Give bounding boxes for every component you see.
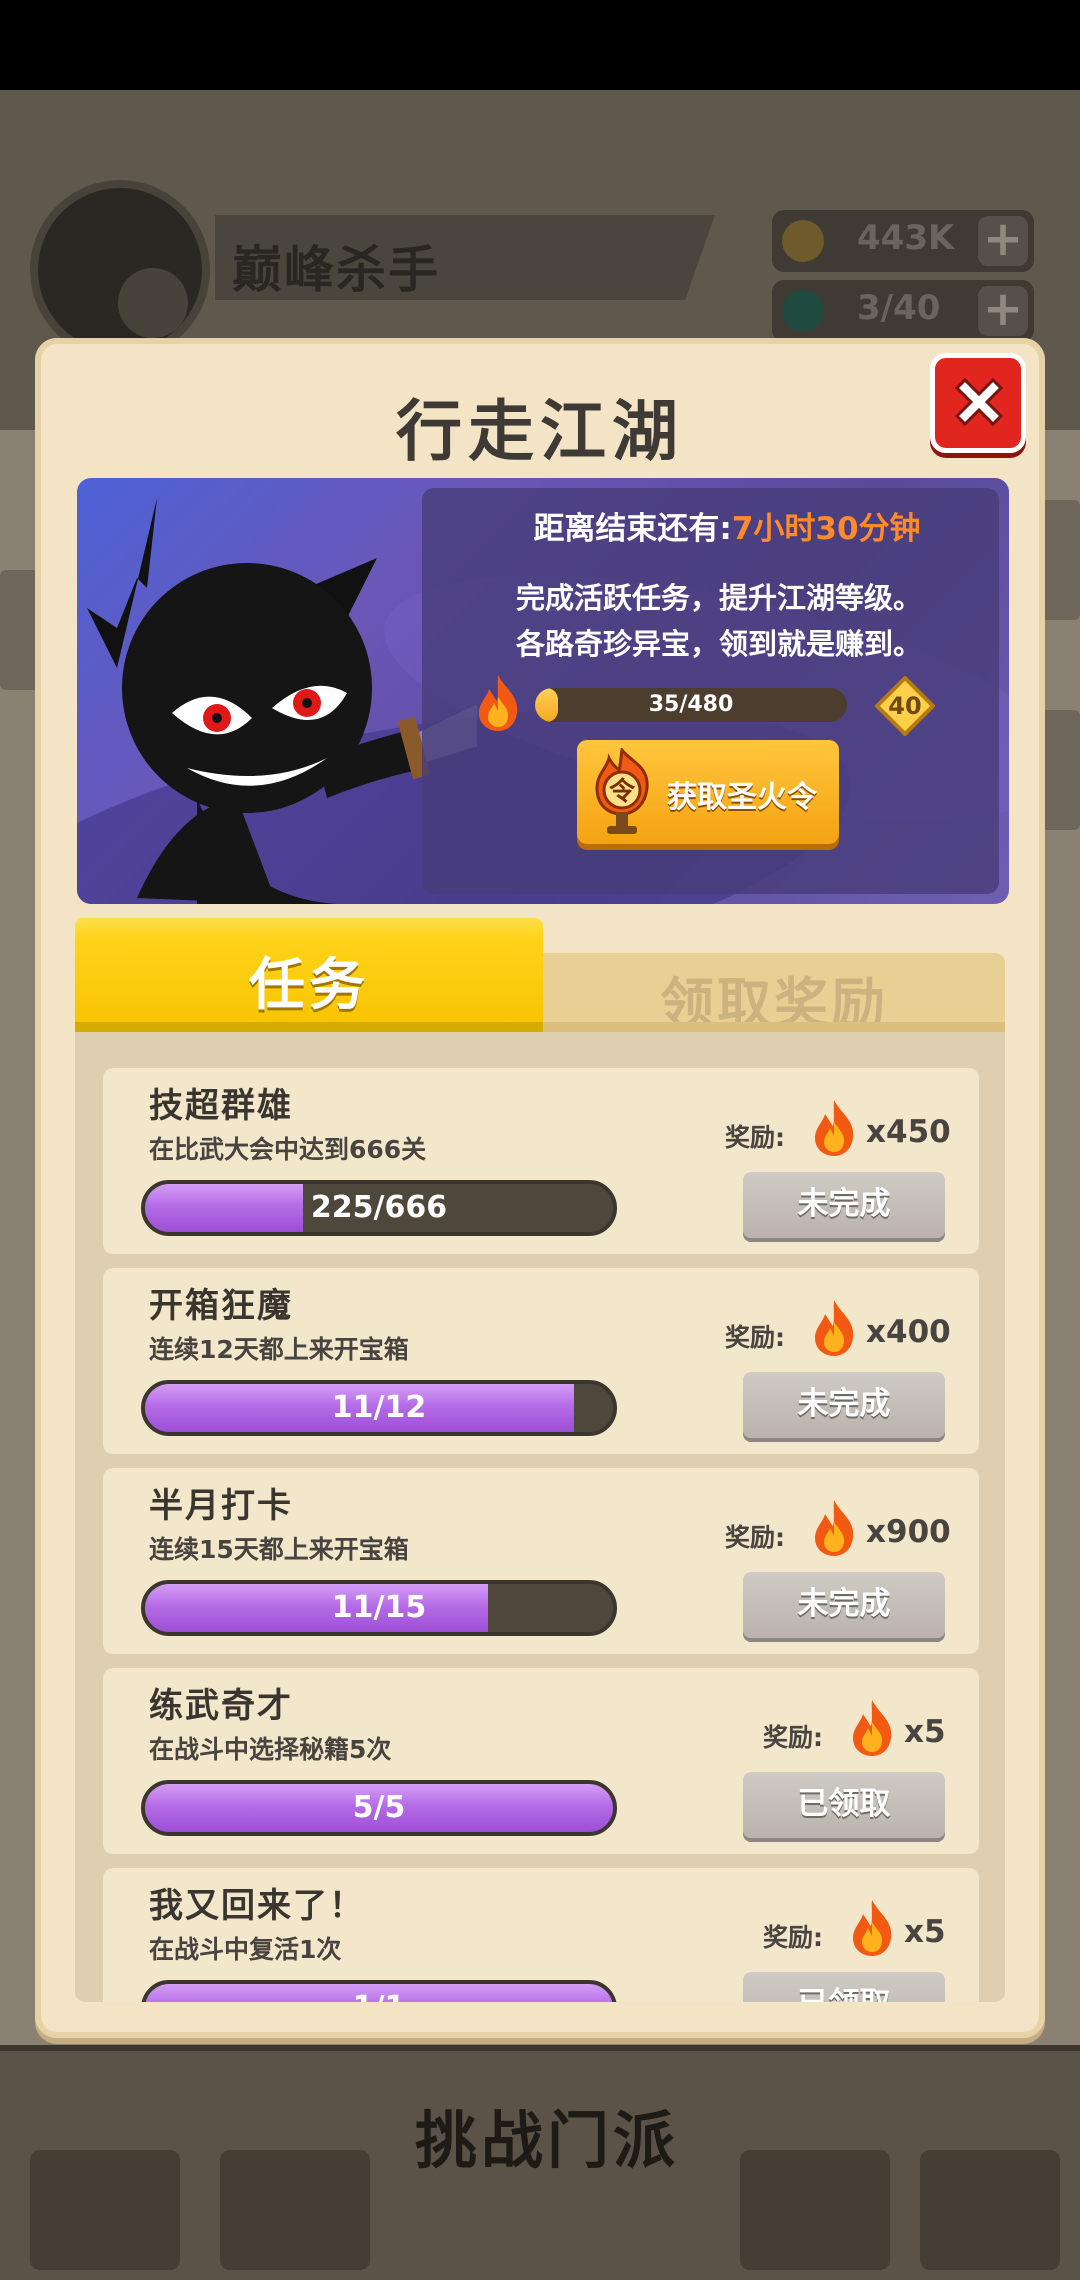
reward-amount: x5: [904, 1914, 946, 1950]
task-description: 连续12天都上来开宝箱: [149, 1335, 409, 1364]
tab-tasks[interactable]: 任务: [75, 918, 543, 1030]
token-icon: 令: [595, 748, 649, 834]
close-icon: [954, 377, 1004, 427]
nav-cultivate-button[interactable]: [220, 2150, 370, 2270]
modal-title: 行走江湖: [396, 393, 684, 470]
task-status-button[interactable]: 未完成: [743, 1172, 945, 1238]
side-button-right[interactable]: [1040, 500, 1080, 620]
reward-amount: x5: [904, 1714, 946, 1750]
task-progress-text: 1/1: [145, 1984, 613, 2002]
challenge-sect-label[interactable]: 挑战门派: [415, 2090, 679, 2180]
reward-label: 奖励:: [725, 1323, 785, 1352]
reward-amount: x900: [866, 1514, 951, 1550]
task-row: 半月打卡连续15天都上来开宝箱 11/15 奖励: x900 未完成: [103, 1468, 979, 1654]
nav-collect-button[interactable]: [920, 2150, 1060, 2270]
coin-icon: [782, 220, 824, 262]
task-name: 我又回来了！: [149, 1886, 365, 1926]
event-description: 完成活跃任务，提升江湖等级。 各路奇珍异宝，领到就是赚到。: [439, 575, 999, 667]
task-description: 连续15天都上来开宝箱: [149, 1535, 409, 1564]
nav-task-button[interactable]: [30, 2150, 180, 2270]
tab-tasks-label: 任务: [249, 953, 369, 1018]
token-button-label: 获取圣火令: [667, 780, 817, 815]
side-button-left[interactable]: [0, 570, 40, 690]
reward-label: 奖励:: [763, 1723, 823, 1752]
status-bar: [0, 0, 1080, 90]
task-status-button[interactable]: 未完成: [743, 1372, 945, 1438]
task-description: 在战斗中复活1次: [149, 1935, 342, 1964]
fire-icon: [849, 1898, 895, 1962]
add-coin-button[interactable]: +: [978, 215, 1028, 266]
task-row: 技超群雄在比武大会中达到666关 225/666 奖励: x450 未完成: [103, 1068, 979, 1254]
countdown-value: 7小时30分钟: [731, 511, 921, 547]
countdown-label: 距离结束还有:: [533, 511, 732, 547]
modal-journey: 行走江湖 距离结束还有:7小时30分钟 完成活跃任务，提升江湖等级。 各路奇珍异…: [35, 338, 1045, 2038]
level-value: 40: [888, 692, 922, 720]
task-status-button[interactable]: 已领取: [743, 1972, 945, 2002]
side-button-right-2[interactable]: [1040, 710, 1080, 830]
reward-label: 奖励:: [725, 1523, 785, 1552]
task-description: 在战斗中选择秘籍5次: [149, 1735, 392, 1764]
task-list[interactable]: 技超群雄 在比武大会中达到666关 225/666 奖励: x450 未完成 开箱狂魔 连续1…: [75, 1032, 1005, 2002]
reward-label: 奖励:: [725, 1123, 785, 1152]
task-progress-bar: 11/12: [141, 1380, 617, 1436]
reward-amount: x400: [866, 1314, 951, 1350]
gem-icon: [782, 290, 824, 332]
add-gem-button[interactable]: +: [978, 285, 1028, 336]
reward-amount: x450: [866, 1114, 951, 1150]
description-line-1: 完成活跃任务，提升江湖等级。: [515, 581, 922, 615]
fire-icon: [811, 1098, 857, 1162]
resource-gem: 3/40 +: [772, 280, 1034, 342]
tab-active-underline: [75, 1022, 543, 1032]
ninja-character-icon: [87, 498, 477, 904]
resource-gem-value: 3/40: [857, 288, 941, 328]
tab-claim-rewards[interactable]: 领取奖励: [543, 953, 1005, 1035]
description-line-2: 各路奇珍异宝，领到就是赚到。: [515, 627, 922, 661]
player-name: 巅峰杀手: [232, 241, 440, 299]
task-name: 技超群雄: [149, 1086, 293, 1126]
resource-coin: 443K +: [772, 210, 1034, 272]
level-progress-bar: 35/480: [535, 688, 847, 722]
task-progress-text: 11/15: [331, 1590, 427, 1625]
task-row: 我又回来了！ 在战斗中复活1次 1/1 奖励: x5 已领取: [103, 1868, 979, 2002]
level-progress-text: 35/480: [648, 692, 734, 717]
reward-label: 奖励:: [763, 1923, 823, 1952]
task-progress-bar: 225/666: [141, 1180, 617, 1236]
task-status-button[interactable]: 未完成: [743, 1572, 945, 1638]
close-button[interactable]: [930, 353, 1026, 453]
event-banner: 距离结束还有:7小时30分钟 完成活跃任务，提升江湖等级。 各路奇珍异宝，领到就…: [77, 478, 1009, 904]
avatar[interactable]: [30, 180, 210, 360]
task-progress-text: 225/666: [310, 1190, 448, 1225]
task-name: 开箱狂魔: [149, 1286, 293, 1326]
task-name: 练武奇才: [149, 1686, 293, 1726]
nav-shop-button[interactable]: [740, 2150, 890, 2270]
fire-icon: [811, 1298, 857, 1362]
task-row: 练武奇才在战斗中选择秘籍5次 5/5 奖励: x5 已领取: [103, 1668, 979, 1854]
countdown: 距离结束还有:7小时30分钟: [457, 503, 997, 548]
resource-coin-value: 443K: [857, 218, 955, 258]
task-progress-bar: 11/15: [141, 1580, 617, 1636]
task-progress-text: 11/12: [331, 1390, 427, 1425]
get-holy-fire-token-button[interactable]: 令 获取圣火令: [577, 740, 839, 844]
fire-icon: [479, 675, 518, 731]
task-progress-text: 5/5: [352, 1790, 406, 1825]
task-status-button[interactable]: 已领取: [743, 1772, 945, 1838]
task-name: 半月打卡: [149, 1486, 293, 1526]
task-row: 开箱狂魔连续12天都上来开宝箱 11/12 奖励: x400 未完成: [103, 1268, 979, 1454]
task-progress-bar: 1/1: [141, 1980, 617, 2002]
fire-icon: [849, 1698, 895, 1762]
fire-icon: [811, 1498, 857, 1562]
level-badge: 40: [874, 675, 936, 737]
svg-text:令: 令: [609, 776, 636, 807]
task-progress-bar: 5/5: [141, 1780, 617, 1836]
task-description: 在比武大会中达到666关: [149, 1135, 427, 1164]
